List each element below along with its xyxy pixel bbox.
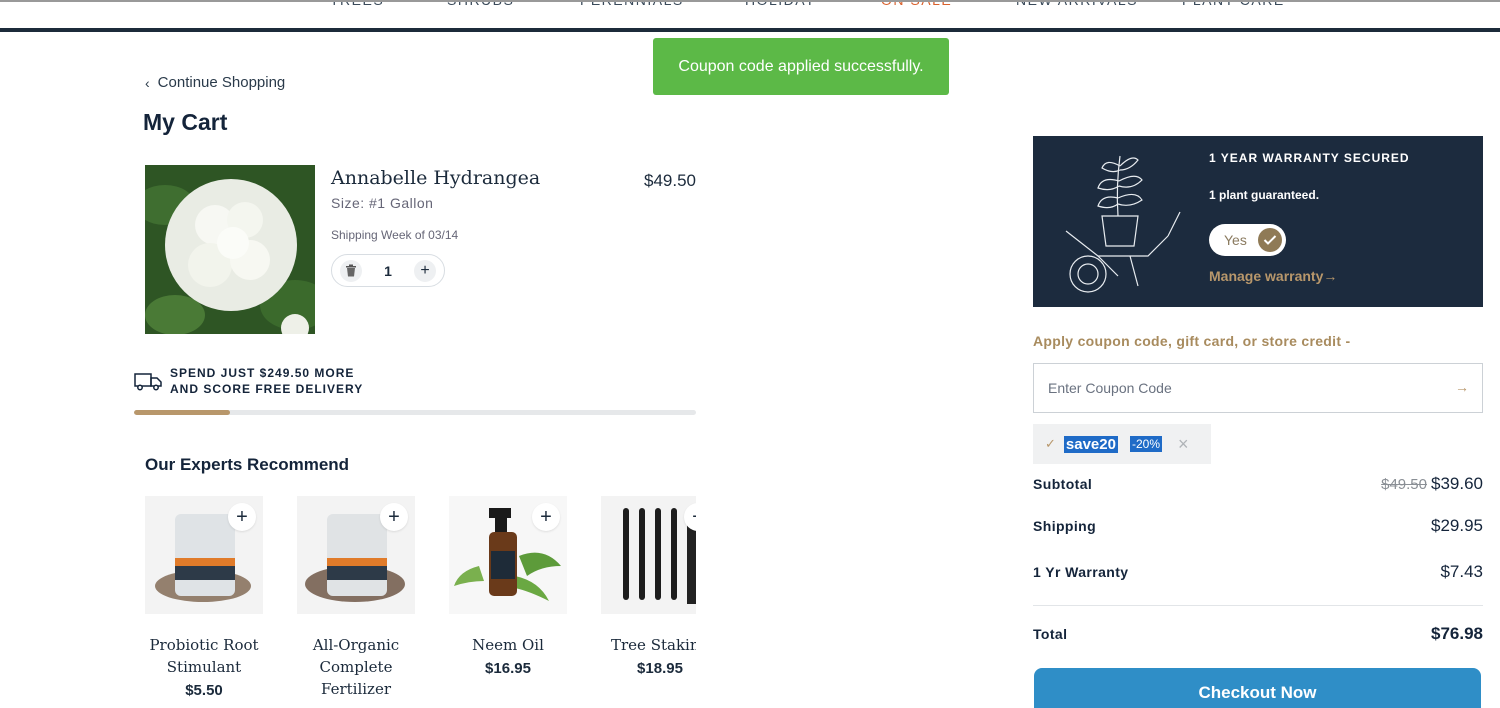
nav-item-new-arrivals[interactable]: NEW ARRIVALS: [1016, 2, 1138, 8]
recommendations-carousel: + Probiotic Root Stimulant $5.50 + All-O…: [145, 496, 696, 708]
continue-shopping-label: Continue Shopping: [157, 74, 286, 91]
subtotal-value: $39.60: [1431, 474, 1483, 493]
total-row: Total $76.98: [1033, 624, 1483, 644]
continue-shopping-link[interactable]: ‹ Continue Shopping: [145, 74, 285, 91]
checkout-button[interactable]: Checkout Now: [1034, 668, 1481, 708]
product-size: Size: #1 Gallon: [331, 195, 434, 211]
summary-divider: [1033, 605, 1483, 606]
subtotal-original: $49.50: [1381, 476, 1427, 493]
check-icon: [1258, 228, 1282, 252]
rec-image-tree-staking[interactable]: +: [601, 496, 696, 614]
rec-price: $18.95: [637, 660, 683, 677]
subtotal-label: Subtotal: [1033, 476, 1093, 492]
applied-coupon-discount: -20%: [1129, 436, 1162, 452]
shipping-value: $29.95: [1431, 516, 1483, 535]
rec-card[interactable]: + Probiotic Root Stimulant $5.50: [145, 496, 263, 699]
warranty-title: 1 YEAR WARRANTY SECURED: [1209, 151, 1410, 165]
shipping-row: Shipping $29.95: [1033, 516, 1483, 536]
arrow-right-icon[interactable]: →: [1455, 379, 1469, 395]
add-to-cart-icon[interactable]: +: [228, 503, 256, 531]
rec-price: $16.95: [485, 660, 531, 677]
rec-card[interactable]: + Neem Oil $16.95: [449, 496, 567, 677]
delivery-line-2: AND SCORE FREE DELIVERY: [170, 382, 364, 396]
rec-price: $5.50: [185, 682, 223, 699]
rec-card[interactable]: + Tree Staking I $18.95: [601, 496, 696, 677]
warranty-cost-label: 1 Yr Warranty: [1033, 564, 1129, 580]
chevron-left-icon: ‹: [145, 74, 150, 91]
nav-item-plant-care[interactable]: PLANT CARE: [1182, 2, 1285, 8]
delivery-progress-fill: [134, 410, 230, 415]
warranty-subtitle: 1 plant guaranteed.: [1209, 188, 1320, 202]
shipping-week: Shipping Week of 03/14: [331, 228, 459, 242]
rec-image-neem-oil[interactable]: +: [449, 496, 567, 614]
truck-icon: [134, 373, 162, 391]
warranty-row: 1 Yr Warranty $7.43: [1033, 562, 1483, 582]
close-icon[interactable]: ×: [1178, 434, 1189, 455]
recommend-title: Our Experts Recommend: [145, 455, 350, 474]
manage-warranty-label: Manage warranty: [1209, 268, 1324, 284]
rec-name[interactable]: All-Organic Complete Fertilizer: [297, 634, 415, 700]
warranty-toggle[interactable]: Yes: [1209, 224, 1286, 256]
coupon-label: Apply coupon code, gift card, or store c…: [1033, 333, 1351, 349]
warranty-cost-value: $7.43: [1440, 562, 1483, 581]
product-name[interactable]: Annabelle Hydrangea: [331, 167, 540, 189]
add-to-cart-icon[interactable]: +: [532, 503, 560, 531]
delivery-line-1: SPEND JUST $249.50 MORE: [170, 366, 355, 380]
coupon-code-input[interactable]: [1033, 363, 1483, 413]
product-image-hydrangea[interactable]: [145, 165, 315, 334]
free-delivery-banner: SPEND JUST $249.50 MORE AND SCORE FREE D…: [134, 365, 363, 397]
subtotal-row: Subtotal $49.50 $39.60: [1033, 474, 1483, 494]
warranty-panel: 1 YEAR WARRANTY SECURED 1 plant guarante…: [1033, 136, 1483, 307]
total-value: $76.98: [1431, 624, 1483, 643]
subtotal-value-group: $49.50 $39.60: [1381, 474, 1483, 494]
nav-item-on-sale[interactable]: ON SALE: [881, 2, 952, 8]
quantity-value: 1: [384, 262, 392, 279]
nav-item-perennials[interactable]: PERENNIALS: [580, 2, 684, 8]
total-label: Total: [1033, 626, 1068, 642]
manage-warranty-link[interactable]: Manage warranty→: [1209, 268, 1337, 284]
shipping-label: Shipping: [1033, 518, 1097, 534]
delivery-progress-bar: [134, 410, 696, 415]
top-nav: TREES SHRUBS PERENNIALS HOLIDAY ON SALE …: [0, 0, 1500, 32]
nav-item-holiday[interactable]: HOLIDAY: [745, 2, 816, 8]
wheelbarrow-plant-illustration: [1065, 155, 1181, 293]
check-icon: ✓: [1045, 436, 1056, 451]
applied-coupon-chip: ✓ save20 -20% ×: [1033, 424, 1211, 464]
rec-name[interactable]: Tree Staking I: [601, 634, 696, 656]
quantity-stepper: 1 +: [331, 254, 445, 287]
rec-card[interactable]: + All-Organic Complete Fertilizer: [297, 496, 415, 704]
warranty-toggle-label: Yes: [1224, 232, 1247, 248]
rec-name[interactable]: Neem Oil: [449, 634, 567, 656]
applied-coupon-code: save20: [1063, 435, 1118, 453]
add-to-cart-icon[interactable]: +: [380, 503, 408, 531]
rec-image-probiotic[interactable]: +: [145, 496, 263, 614]
plus-icon[interactable]: +: [414, 259, 436, 282]
product-price: $49.50: [644, 171, 696, 190]
rec-image-fertilizer[interactable]: +: [297, 496, 415, 614]
nav-item-shrubs[interactable]: SHRUBS: [447, 2, 514, 8]
page-title: My Cart: [143, 109, 228, 135]
arrow-right-icon: →: [1323, 268, 1338, 284]
trash-icon[interactable]: [340, 259, 362, 282]
success-toast: Coupon code applied successfully.: [653, 38, 949, 95]
rec-name[interactable]: Probiotic Root Stimulant: [145, 634, 263, 678]
nav-item-trees[interactable]: TREES: [330, 2, 384, 8]
